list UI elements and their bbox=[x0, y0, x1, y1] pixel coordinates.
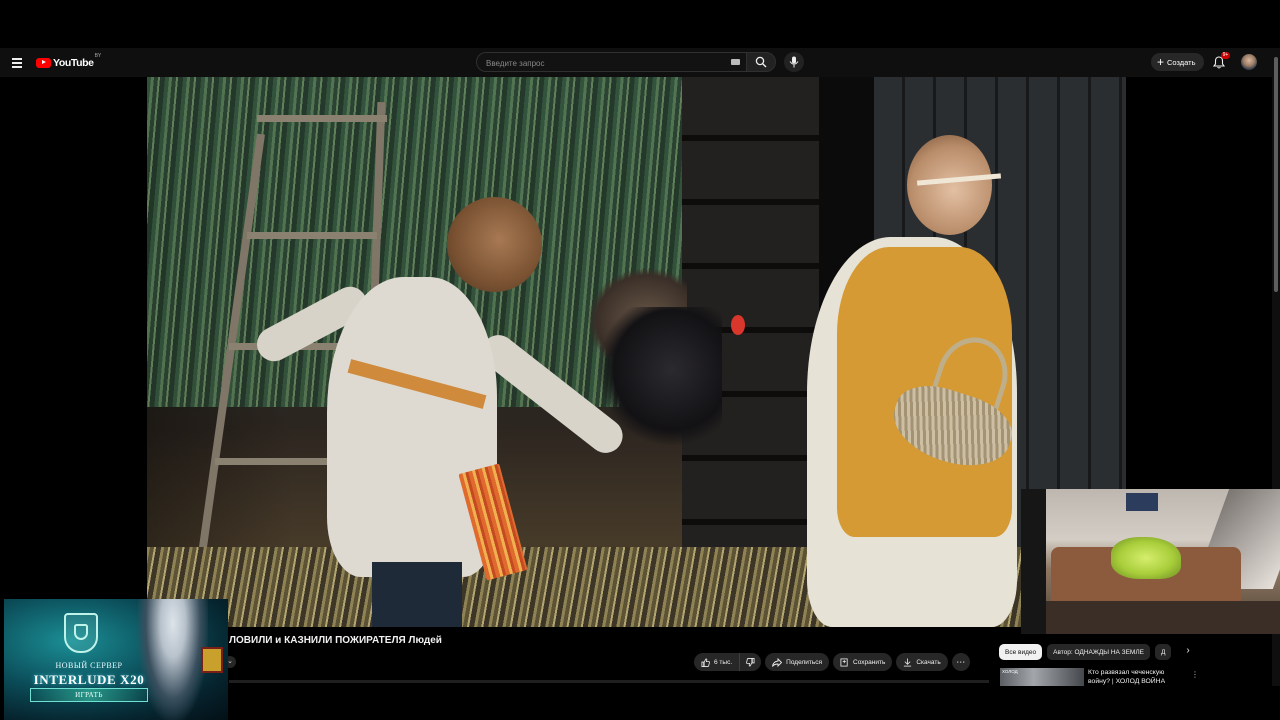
logo-region-code: BY bbox=[94, 53, 102, 59]
more-horizontal-icon: ⋯ bbox=[956, 656, 966, 667]
save-icon bbox=[840, 657, 848, 667]
video-actions: 6 тыс. Поделиться Сохранить Скачать ⋯ bbox=[694, 653, 970, 671]
thumbnail-caption: ХОЛОД bbox=[1002, 669, 1018, 674]
search-icon bbox=[755, 56, 767, 68]
search-input[interactable] bbox=[477, 54, 717, 73]
microphone-icon bbox=[789, 56, 799, 68]
ad-title: INTERLUDE X20 bbox=[33, 672, 145, 687]
keyboard-icon[interactable] bbox=[731, 59, 740, 65]
notifications-button[interactable]: 9+ bbox=[1213, 52, 1230, 69]
save-button[interactable]: Сохранить bbox=[833, 653, 893, 671]
logo-text: YouTube bbox=[53, 56, 94, 69]
thumbs-up-icon bbox=[701, 657, 710, 667]
download-button[interactable]: Скачать bbox=[896, 653, 948, 671]
video-frame-ladder-rung bbox=[247, 232, 377, 239]
chevron-right-icon[interactable]: › bbox=[1180, 645, 1196, 659]
video-frame-rooster-comb bbox=[731, 315, 745, 335]
emblem-inner bbox=[74, 624, 88, 640]
youtube-play-icon bbox=[36, 57, 51, 68]
recommendation-thumbnail[interactable]: ХОЛОД bbox=[1000, 668, 1084, 688]
share-button[interactable]: Поделиться bbox=[765, 653, 830, 671]
voice-search-button[interactable] bbox=[784, 52, 804, 72]
share-label: Поделиться bbox=[786, 658, 823, 666]
dislike-button[interactable] bbox=[740, 653, 762, 671]
share-icon bbox=[772, 657, 783, 667]
save-label: Сохранить bbox=[853, 658, 886, 666]
search-button[interactable] bbox=[746, 52, 776, 72]
like-dislike-group: 6 тыс. bbox=[694, 653, 762, 671]
create-button[interactable]: + Создать bbox=[1151, 53, 1204, 71]
chip-all-videos[interactable]: Все видео bbox=[999, 644, 1043, 660]
chip-more[interactable]: Д bbox=[1154, 644, 1171, 660]
ad-character-image bbox=[138, 599, 208, 720]
youtube-logo[interactable]: YouTube BY bbox=[36, 53, 102, 69]
notification-badge: 9+ bbox=[1221, 52, 1230, 59]
video-frame-ladder-rung bbox=[215, 458, 335, 465]
search-box bbox=[476, 52, 746, 73]
video-frame-boy-legs bbox=[372, 562, 462, 627]
webcam-shadow bbox=[1021, 489, 1046, 634]
video-frame-rooster bbox=[597, 307, 722, 447]
gift-icon bbox=[201, 647, 223, 673]
thumbs-down-icon bbox=[746, 657, 755, 667]
masthead: YouTube BY + Создать 9+ bbox=[0, 48, 1280, 77]
avatar[interactable] bbox=[1241, 54, 1257, 70]
menu-icon[interactable] bbox=[9, 55, 26, 70]
webcam-floor bbox=[1046, 601, 1280, 634]
ad-subtitle: НОВЫЙ СЕРВЕР bbox=[55, 661, 123, 670]
video-title: ЛОВИЛИ и КАЗНИЛИ ПОЖИРАТЕЛЯ Людей bbox=[229, 635, 442, 646]
video-frame-boy bbox=[327, 277, 497, 577]
chip-author[interactable]: Автор: ОДНАЖДЫ НА ЗЕМЛЕ bbox=[1047, 644, 1150, 660]
page-scrollbar-thumb[interactable] bbox=[1274, 57, 1278, 292]
more-vertical-icon[interactable]: ⋮ bbox=[1191, 670, 1199, 679]
shield-icon bbox=[64, 613, 98, 653]
video-frame-ladder-rung bbox=[257, 115, 387, 122]
recommendation-chips: Все видео Автор: ОДНАЖДЫ НА ЗЕМЛЕ Д bbox=[999, 643, 1171, 661]
create-label: Создать bbox=[1167, 57, 1196, 67]
ad-banner[interactable]: НОВЫЙ СЕРВЕР INTERLUDE X20 ИГРАТЬ bbox=[4, 599, 228, 720]
like-count: 6 тыс. bbox=[714, 658, 733, 666]
webcam-person bbox=[1111, 537, 1181, 579]
plus-icon: + bbox=[1157, 55, 1165, 69]
recommendation-title[interactable]: Кто развязал чеченскую войну? | ХОЛОД ВО… bbox=[1088, 669, 1183, 686]
video-frame-boy-head bbox=[447, 197, 542, 292]
description-strip bbox=[229, 680, 989, 683]
webcam-wall-picture bbox=[1126, 493, 1158, 511]
like-button[interactable]: 6 тыс. bbox=[694, 653, 741, 671]
ad-play-button[interactable]: ИГРАТЬ bbox=[30, 688, 148, 702]
download-label: Скачать bbox=[916, 658, 941, 666]
download-icon bbox=[904, 657, 912, 667]
video-player[interactable] bbox=[147, 77, 1126, 627]
more-options-button[interactable]: ⋯ bbox=[951, 653, 970, 671]
webcam-overlay bbox=[1021, 489, 1280, 634]
